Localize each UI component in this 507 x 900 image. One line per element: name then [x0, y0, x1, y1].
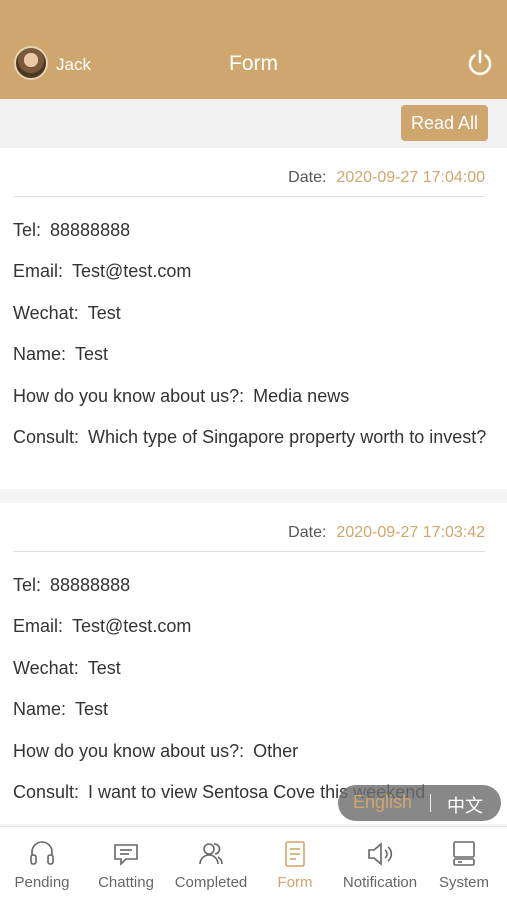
source-field: How do you know about us?: Other [13, 740, 493, 763]
source-value: Media news [253, 386, 350, 406]
headset-icon [30, 841, 54, 865]
tab-label: Pending [14, 874, 70, 891]
email-value: Test@test.com [72, 261, 192, 281]
tab-system[interactable]: System [422, 827, 506, 900]
wechat-value: Test [87, 303, 121, 323]
source-label: How do you know about us?: [13, 386, 245, 406]
date-row: Date: 2020-09-27 17:03:42 [288, 524, 485, 542]
email-label: Email: [13, 616, 64, 636]
tel-value: 88888888 [50, 575, 131, 595]
wechat-value: Test [87, 658, 121, 678]
language-separator [430, 794, 431, 812]
tel-label: Tel: [13, 220, 42, 240]
name-label: Name: [13, 699, 67, 719]
users-icon [199, 843, 223, 865]
language-chinese-option[interactable]: 中文 [447, 792, 483, 818]
tab-label: Form [277, 874, 313, 891]
power-icon[interactable] [466, 49, 494, 77]
tab-label: Chatting [98, 874, 154, 891]
email-value: Test@test.com [72, 616, 192, 636]
tab-form[interactable]: Form [253, 827, 337, 900]
divider [14, 551, 485, 552]
tel-value: 88888888 [50, 220, 131, 240]
tab-label: System [438, 874, 489, 891]
consult-field: Consult: Which type of Singapore property… [13, 426, 493, 449]
email-label: Email: [13, 261, 64, 281]
name-field: Name: Test [13, 698, 493, 721]
language-english-option[interactable]: English [353, 792, 412, 813]
tab-label: Notification [342, 874, 418, 891]
form-icon [285, 841, 305, 867]
form-card[interactable]: Date: 2020-09-27 17:03:42 Tel: 88888888 Em… [0, 503, 507, 824]
email-field: Email: Test@test.com [13, 260, 493, 283]
toolbar: Read All [0, 99, 507, 148]
divider [14, 196, 485, 197]
date-value: 2020-09-27 17:03:42 [336, 524, 485, 541]
tab-label: Completed [174, 874, 248, 891]
tel-field: Tel: 88888888 [13, 219, 493, 242]
name-label: Name: [13, 344, 67, 364]
app-header: Jack Form [0, 0, 507, 99]
date-label: Date: [288, 524, 327, 541]
consult-value: Which type of Singapore property worth t… [88, 427, 487, 447]
date-label: Date: [288, 169, 327, 186]
wechat-label: Wechat: [13, 658, 79, 678]
name-value: Test [75, 344, 109, 364]
tab-notification[interactable]: Notification [338, 827, 422, 900]
read-all-button[interactable]: Read All [401, 105, 488, 141]
name-field: Name: Test [13, 343, 493, 366]
name-value: Test [75, 699, 109, 719]
date-row: Date: 2020-09-27 17:04:00 [288, 169, 485, 187]
source-label: How do you know about us?: [13, 741, 245, 761]
email-field: Email: Test@test.com [13, 615, 493, 638]
speaker-icon [368, 842, 393, 866]
tel-field: Tel: 88888888 [13, 574, 493, 597]
tab-completed[interactable]: Completed [169, 827, 253, 900]
date-value: 2020-09-27 17:04:00 [336, 169, 485, 186]
page-title: Form [229, 52, 278, 75]
source-field: How do you know about us?: Media news [13, 385, 493, 408]
chat-icon [114, 844, 138, 866]
consult-label: Consult: [13, 427, 80, 447]
wechat-label: Wechat: [13, 303, 79, 323]
tab-chatting[interactable]: Chatting [84, 827, 168, 900]
monitor-icon [453, 841, 475, 866]
tel-label: Tel: [13, 575, 42, 595]
form-card[interactable]: Date: 2020-09-27 17:04:00 Tel: 88888888 Em… [0, 148, 507, 489]
source-value: Other [253, 741, 299, 761]
wechat-field: Wechat: Test [13, 302, 493, 325]
wechat-field: Wechat: Test [13, 657, 493, 680]
bottom-tab-bar: Pending Chatting Completed Form Notifica… [0, 826, 507, 900]
tab-pending[interactable]: Pending [0, 827, 84, 900]
consult-label: Consult: [13, 782, 80, 802]
language-toggle: English 中文 [338, 785, 501, 821]
